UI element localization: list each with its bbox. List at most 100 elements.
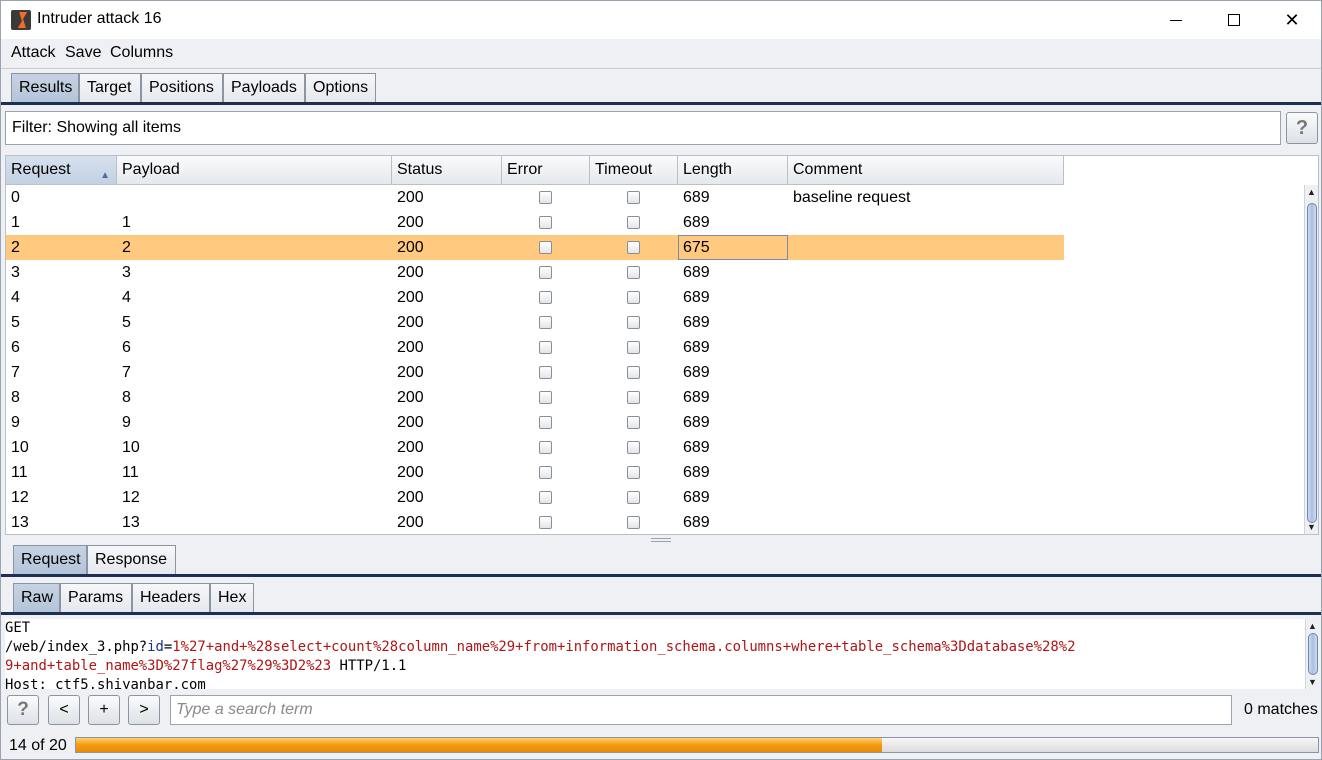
cell-comment [788,410,1064,435]
table-row[interactable]: 5 5 200 689 [6,310,1064,335]
cell-status: 200 [397,489,424,506]
tab-response[interactable]: Response [87,545,176,575]
editor-scrollbar[interactable]: ▲ ▼ [1305,619,1319,689]
cell-request: 5 [11,314,20,331]
editor-scroll-up-icon[interactable]: ▲ [1306,619,1319,633]
table-row[interactable]: 13 13 200 689 [6,510,1064,534]
cell-status: 200 [397,339,424,356]
cell-request: 8 [11,389,20,406]
cell-status: 200 [397,289,424,306]
timeout-checkbox [627,316,640,329]
column-payload[interactable]: Payload [117,156,392,185]
main-tabs: Results Target Positions Payloads Option… [1,69,1321,103]
search-input[interactable]: Type a search term [170,695,1232,725]
request-editor[interactable]: GET /web/index_3.php?id=1%27+and+%28sele… [5,619,1319,689]
editor-scroll-down-icon[interactable]: ▼ [1306,675,1319,689]
error-checkbox [539,466,552,479]
table-scrollbar[interactable]: ▲ ▼ [1304,185,1318,534]
tab-positions[interactable]: Positions [141,73,223,103]
cell-comment [788,310,1064,335]
cell-request: 11 [11,464,28,481]
request-path: /web/index_3.php? [5,639,148,655]
cell-request: 3 [11,264,20,281]
column-timeout[interactable]: Timeout [590,156,678,185]
column-error[interactable]: Error [502,156,590,185]
filter-bar[interactable]: Filter: Showing all items [5,111,1281,145]
table-row[interactable]: 6 6 200 689 [6,335,1064,360]
cell-request: 10 [11,439,29,456]
scroll-up-icon[interactable]: ▲ [1305,185,1318,199]
search-add-button[interactable]: + [88,695,120,725]
timeout-checkbox [627,366,640,379]
table-row[interactable]: 3 3 200 689 [6,260,1064,285]
intruder-window: Intruder attack 16 ✕ Attack Save Columns… [0,0,1322,760]
column-status[interactable]: Status [392,156,502,185]
tab-request[interactable]: Request [13,545,87,575]
view-tab-divider [1,612,1321,615]
filter-help-button[interactable]: ? [1286,112,1318,144]
burp-logo-icon [11,10,31,30]
tab-hex[interactable]: Hex [210,583,254,613]
error-checkbox [539,241,552,254]
cell-length: 689 [683,464,710,481]
table-row[interactable]: 0 200 689 baseline request [6,185,1064,210]
menu-columns[interactable]: Columns [110,44,173,62]
close-button[interactable]: ✕ [1263,1,1321,39]
cell-length: 689 [683,364,710,381]
tab-headers[interactable]: Headers [132,583,210,613]
column-length[interactable]: Length [678,156,788,185]
cell-payload: 8 [122,389,131,406]
table-row[interactable]: 11 11 200 689 [6,460,1064,485]
timeout-checkbox [627,191,640,204]
message-tab-divider [1,574,1321,577]
search-help-button[interactable]: ? [7,695,39,725]
table-row[interactable]: 1 1 200 689 [6,210,1064,235]
table-row[interactable]: 12 12 200 689 [6,485,1064,510]
tab-results[interactable]: Results [11,73,79,103]
search-prev-button[interactable]: < [48,695,80,725]
cell-payload: 1 [122,214,131,231]
table-row[interactable]: 7 7 200 689 [6,360,1064,385]
tab-options[interactable]: Options [305,73,376,103]
table-scroll-thumb[interactable] [1307,203,1317,523]
menu-save[interactable]: Save [65,44,101,62]
error-checkbox [539,441,552,454]
tab-params[interactable]: Params [60,583,132,613]
tab-payloads[interactable]: Payloads [223,73,305,103]
cell-status: 200 [397,214,424,231]
cell-request: 12 [11,489,29,506]
cell-status: 200 [397,189,424,206]
progress-label: 14 of 20 [9,737,67,754]
attack-progress-bar [75,737,1319,753]
error-checkbox [539,291,552,304]
cell-length: 689 [683,489,710,506]
editor-scroll-thumb[interactable] [1308,633,1318,675]
maximize-button[interactable] [1205,1,1263,39]
minimize-button[interactable] [1147,1,1205,39]
table-row[interactable]: 10 10 200 689 [6,435,1064,460]
cell-payload: 3 [122,264,131,281]
cell-status: 200 [397,464,424,481]
cell-status: 200 [397,239,424,256]
table-row[interactable]: 9 9 200 689 [6,410,1064,435]
focused-cell-outline [678,235,788,260]
tab-target[interactable]: Target [79,73,141,103]
cell-length: 689 [683,264,710,281]
cell-status: 200 [397,364,424,381]
tab-raw[interactable]: Raw [13,583,60,613]
cell-payload: 2 [122,239,131,256]
table-row[interactable]: 8 8 200 689 [6,385,1064,410]
cell-comment [788,360,1064,385]
cell-payload: 9 [122,414,131,431]
table-row[interactable]: 4 4 200 689 [6,285,1064,310]
search-next-button[interactable]: > [128,695,160,725]
column-request[interactable]: Request ▲ [6,156,117,185]
column-comment[interactable]: Comment [788,156,1064,185]
scroll-down-icon[interactable]: ▼ [1305,520,1318,534]
cell-status: 200 [397,389,424,406]
error-checkbox [539,516,552,529]
timeout-checkbox [627,441,640,454]
table-row[interactable]: 2 2 200 675 [6,235,1064,260]
cell-comment [788,260,1064,285]
menu-attack[interactable]: Attack [11,44,55,62]
